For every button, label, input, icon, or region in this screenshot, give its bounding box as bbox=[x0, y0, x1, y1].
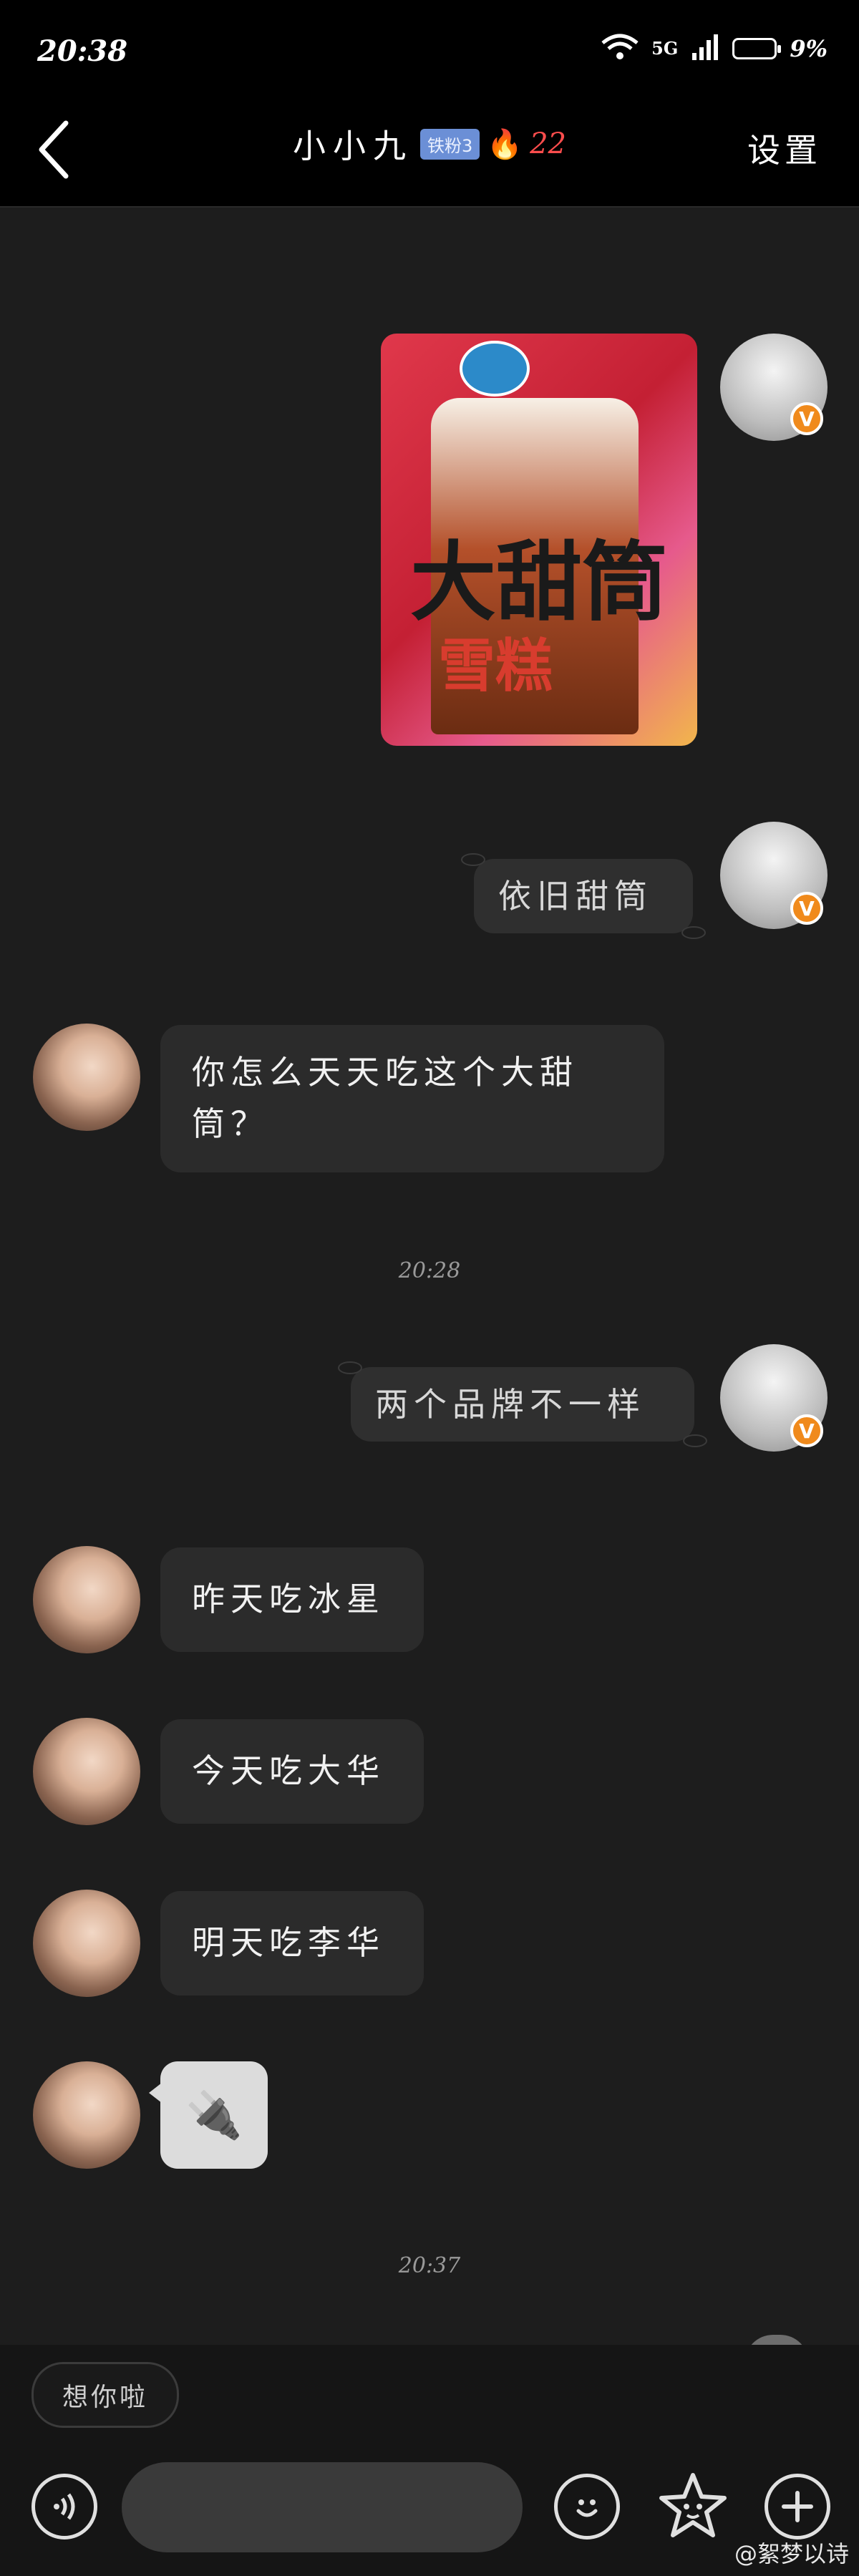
brand-logo-icon bbox=[460, 341, 530, 397]
network-type: 5G bbox=[651, 38, 679, 59]
vip-badge-icon: V bbox=[790, 402, 823, 435]
settings-button[interactable]: 设置 bbox=[747, 125, 822, 172]
photo-text-main: 大甜筒 bbox=[410, 532, 668, 633]
chat-bubble-contact[interactable]: 昨天吃冰星 bbox=[160, 1547, 424, 1652]
quick-reply-chip[interactable]: 想你啦 bbox=[31, 2362, 180, 2428]
photo-message[interactable]: 大甜筒 雪糕 bbox=[381, 334, 697, 746]
smiley-icon bbox=[576, 2499, 598, 2517]
plus-icon bbox=[782, 2491, 813, 2522]
chat-bubble-me[interactable]: 两个品牌不一样 bbox=[338, 1361, 707, 1447]
battery-percent: 9% bbox=[790, 35, 828, 62]
voice-icon bbox=[54, 2493, 75, 2520]
voice-button[interactable] bbox=[31, 2474, 97, 2539]
emoji-button[interactable] bbox=[554, 2474, 620, 2539]
fan-badge: 铁粉3 bbox=[420, 128, 480, 160]
emoji-message[interactable]: 🔌 bbox=[149, 2061, 268, 2169]
chat-header: 小小九 铁粉3 🔥 22 设置 bbox=[0, 100, 859, 208]
watermark: @絮梦以诗 bbox=[734, 2540, 849, 2567]
chat-bubble-contact[interactable]: 你怎么天天吃这个大甜筒？ bbox=[160, 1025, 664, 1172]
chat-bubble-me[interactable]: 依旧甜筒 bbox=[461, 853, 706, 939]
chat-bubble-contact[interactable]: 明天吃李华 bbox=[160, 1891, 424, 1996]
input-row bbox=[0, 2459, 859, 2567]
contact-avatar[interactable] bbox=[33, 1890, 140, 1997]
input-area: 想你啦 @絮梦以诗 bbox=[0, 2345, 859, 2576]
timestamp: 20:28 bbox=[398, 1258, 461, 1283]
flame-icon: 🔥 bbox=[487, 127, 523, 161]
contact-avatar[interactable] bbox=[33, 1546, 140, 1653]
add-button[interactable] bbox=[765, 2474, 830, 2539]
contact-avatar[interactable] bbox=[33, 1718, 140, 1825]
status-icons: 5G 9% bbox=[601, 33, 828, 64]
chat-title[interactable]: 小小九 铁粉3 🔥 22 bbox=[0, 120, 859, 167]
streak-count: 22 bbox=[530, 127, 566, 160]
vip-badge-icon: V bbox=[790, 892, 823, 925]
signal-icon bbox=[691, 33, 719, 64]
sticker-button[interactable] bbox=[656, 2469, 730, 2544]
chat-bubble-contact[interactable]: 今天吃大华 bbox=[160, 1719, 424, 1824]
message-input[interactable] bbox=[122, 2462, 523, 2552]
contact-avatar[interactable] bbox=[33, 1024, 140, 1131]
star-face-icon bbox=[659, 2473, 727, 2537]
contact-name: 小小九 bbox=[293, 127, 413, 165]
battery-icon bbox=[732, 38, 782, 59]
contact-avatar[interactable] bbox=[33, 2061, 140, 2169]
wifi-icon bbox=[601, 33, 639, 64]
timestamp: 20:37 bbox=[398, 2253, 461, 2278]
status-bar: 20:38 5G 9% bbox=[0, 0, 859, 100]
photo-text-sub: 雪糕 bbox=[438, 632, 553, 699]
status-time: 20:38 bbox=[37, 34, 128, 68]
vip-badge-icon: V bbox=[790, 1414, 823, 1447]
plug-sticker-icon: 🔌 bbox=[185, 2089, 243, 2142]
